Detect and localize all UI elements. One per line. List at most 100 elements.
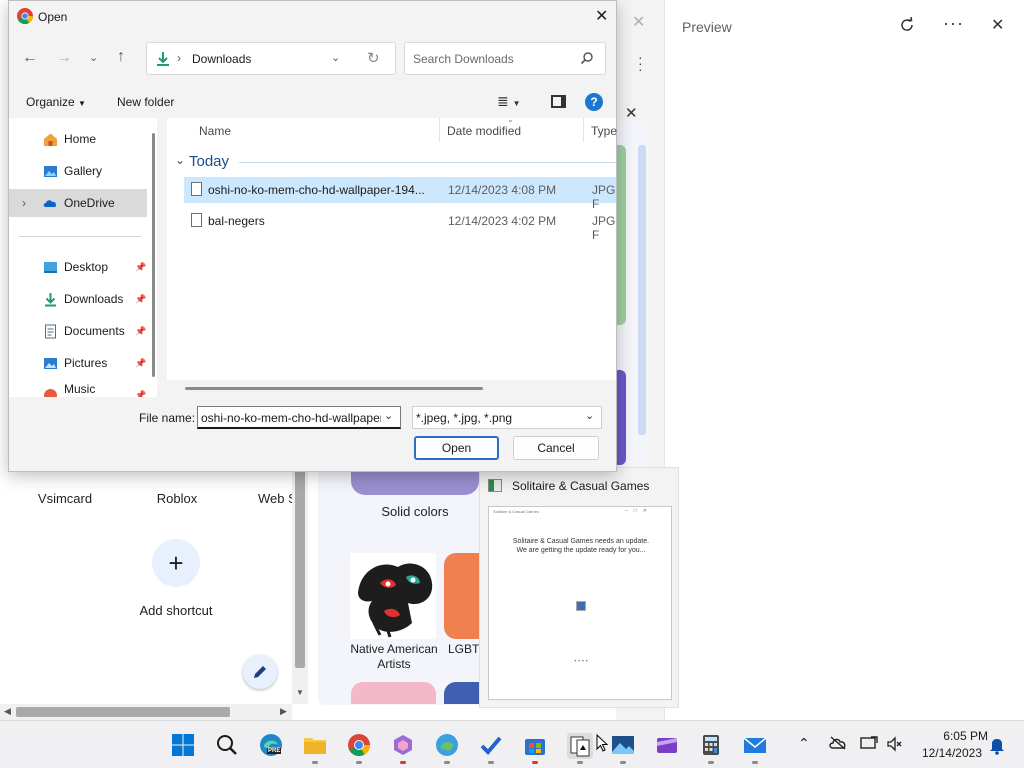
file-row[interactable]: oshi-no-ko-mem-cho-hd-wallpaper-194... 1… <box>184 177 616 211</box>
nav-item-music[interactable]: Music 📌 <box>9 381 149 397</box>
up-arrow-icon[interactable]: ↑ <box>117 48 125 66</box>
recent-locations-chevron-icon[interactable]: ⌄ <box>89 51 98 64</box>
native-american-artists-tile[interactable] <box>350 553 436 639</box>
thumbnail-window-controls: –□✕ <box>625 508 653 514</box>
running-indicator <box>488 761 494 764</box>
sort-indicator-icon: ⌄ <box>507 115 514 124</box>
file-list-hscrollbar[interactable] <box>167 380 616 397</box>
preview-pane-icon[interactable] <box>551 95 566 108</box>
nav-label: Music <box>64 382 96 396</box>
add-shortcut-label: Add shortcut <box>139 603 213 618</box>
back-arrow-icon[interactable]: ← <box>22 49 38 67</box>
search-icon[interactable] <box>215 733 239 757</box>
file-name-dropdown-icon[interactable]: ⌄ <box>384 409 393 422</box>
pin-icon: 📌 <box>135 390 147 397</box>
help-icon[interactable]: ? <box>585 93 603 111</box>
windows-start-icon[interactable] <box>171 733 195 757</box>
solitaire-icon[interactable] <box>567 733 593 759</box>
breadcrumb-downloads[interactable]: Downloads <box>192 52 251 66</box>
group-label: Today <box>189 153 230 170</box>
page-hscroll-thumb[interactable] <box>16 707 230 717</box>
address-dropdown-icon[interactable]: ⌄ <box>331 51 340 64</box>
lgbt-tile[interactable] <box>444 553 484 639</box>
nav-item-onedrive[interactable]: › OneDrive <box>9 189 147 217</box>
nav-item-gallery[interactable]: Gallery <box>9 157 149 185</box>
display-network-icon[interactable] <box>860 736 878 752</box>
expand-chevron-icon[interactable]: › <box>22 196 26 210</box>
gallery-tile-pink[interactable] <box>351 682 436 704</box>
notification-bell-icon[interactable] <box>989 737 1005 755</box>
column-divider[interactable] <box>583 118 584 142</box>
nav-item-pictures[interactable]: Pictures 📌 <box>9 349 149 377</box>
hscroll-thumb[interactable] <box>185 387 483 390</box>
column-header-type[interactable]: Type <box>591 124 617 138</box>
shortcut-vsimcard[interactable]: Vsimcard <box>20 491 110 506</box>
weather-icon[interactable] <box>435 733 459 757</box>
dialog-close-icon[interactable]: ✕ <box>595 6 608 26</box>
clipchamp-icon[interactable] <box>655 733 679 757</box>
gallery-tile-blue[interactable] <box>444 682 484 704</box>
add-shortcut-button[interactable]: + <box>152 539 200 587</box>
forward-arrow-icon[interactable]: → <box>56 49 72 67</box>
open-button[interactable]: Open <box>414 436 499 460</box>
column-divider[interactable] <box>439 118 440 142</box>
cancel-button[interactable]: Cancel <box>513 436 599 460</box>
photos-icon[interactable] <box>611 733 635 757</box>
onedrive-status-icon[interactable] <box>829 736 847 750</box>
scroll-down-arrow-icon[interactable]: ▼ <box>296 688 304 697</box>
taskbar-window-preview[interactable]: Solitaire & Casual Games Solitaire & Cas… <box>479 467 679 708</box>
search-input[interactable]: Search Downloads <box>404 42 606 75</box>
nav-item-home[interactable]: Home <box>9 125 149 153</box>
scroll-left-arrow-icon[interactable]: ◀ <box>4 706 11 717</box>
view-options-icon[interactable]: ≣ ▼ <box>497 93 521 110</box>
edge-dev-icon[interactable]: PRE <box>259 733 283 757</box>
scroll-right-arrow-icon[interactable]: ▶ <box>280 706 287 717</box>
show-hidden-icons-chevron-icon[interactable]: ⌃ <box>798 735 810 752</box>
nav-label: Pictures <box>64 356 108 370</box>
running-indicator <box>312 761 318 764</box>
clock-date[interactable]: 12/14/2023 <box>912 746 982 760</box>
todo-icon[interactable] <box>479 733 503 757</box>
volume-muted-icon[interactable] <box>886 736 904 752</box>
group-header-today[interactable]: ⌄ Today <box>171 150 616 174</box>
store-icon[interactable] <box>523 733 547 757</box>
pin-icon: 📌 <box>135 294 147 304</box>
new-folder-button[interactable]: New folder <box>117 95 174 109</box>
pin-icon: 📌 <box>135 262 147 272</box>
address-bar[interactable]: › Downloads ⌄ ↻ <box>146 42 396 75</box>
open-file-dialog: Open ✕ ← → ⌄ ↑ › Downloads ⌄ ↻ Search Do… <box>8 0 617 472</box>
refresh-icon[interactable]: ↻ <box>367 49 380 67</box>
organize-label: Organize <box>26 95 75 109</box>
file-name-input[interactable]: oshi-no-ko-mem-cho-hd-wallpaper ⌄ <box>197 406 401 429</box>
calculator-icon[interactable] <box>699 733 723 757</box>
browser-close-icon[interactable]: ✕ <box>632 12 645 32</box>
preview-thumbnail[interactable]: Solitaire & Casual Games –□✕ Solitaire &… <box>488 506 672 700</box>
organize-button[interactable]: Organize ▼ <box>26 95 86 109</box>
gallery-scrollbar[interactable] <box>638 145 646 435</box>
column-header-name[interactable]: Name <box>199 124 231 138</box>
nav-scrollbar[interactable] <box>152 133 155 377</box>
nav-item-documents[interactable]: Documents 📌 <box>9 317 149 345</box>
file-explorer-icon[interactable] <box>303 733 327 757</box>
file-name-value: oshi-no-ko-mem-cho-hd-wallpaper <box>201 411 381 425</box>
browser-more-icon[interactable]: · · · <box>638 50 643 76</box>
nav-item-desktop[interactable]: Desktop 📌 <box>9 253 149 281</box>
thumbnail-window-title: Solitaire & Casual Games <box>493 509 539 514</box>
mail-icon[interactable] <box>743 733 767 757</box>
shortcut-roblox[interactable]: Roblox <box>132 491 222 506</box>
clock-time[interactable]: 6:05 PM <box>912 729 988 743</box>
file-date: 12/14/2023 4:08 PM <box>448 183 557 197</box>
refresh-icon[interactable] <box>898 16 916 34</box>
column-header-date[interactable]: Date modified <box>447 124 521 138</box>
customize-button[interactable] <box>243 655 277 689</box>
file-row[interactable]: bal-negers 12/14/2023 4:02 PM JPG F <box>184 208 616 242</box>
nav-label: Home <box>64 132 97 146</box>
file-type-select[interactable]: *.jpeg, *.jpg, *.png ⌄ <box>412 406 602 429</box>
preview-close-icon[interactable]: ✕ <box>991 15 1004 35</box>
chrome-icon[interactable] <box>347 733 371 757</box>
nav-item-downloads[interactable]: Downloads 📌 <box>9 285 149 313</box>
copilot-icon[interactable] <box>391 733 415 757</box>
more-options-icon[interactable]: ··· <box>943 13 964 34</box>
group-collapse-chevron-icon[interactable]: ⌄ <box>175 153 185 167</box>
nav-label: Desktop <box>64 260 109 274</box>
